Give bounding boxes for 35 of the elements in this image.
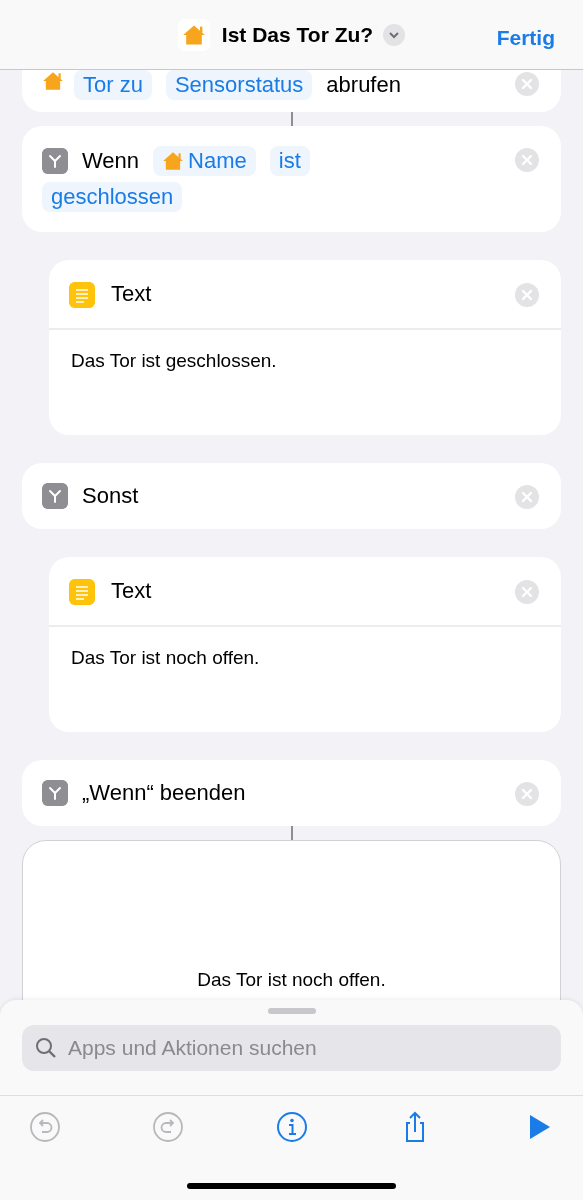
parameter-token[interactable]: Sensorstatus <box>165 70 313 100</box>
parameter-token[interactable]: ist <box>269 146 310 176</box>
result-text: Das Tor ist noch offen. <box>197 969 386 991</box>
branch-icon <box>42 148 68 174</box>
info-button[interactable] <box>274 1110 309 1144</box>
search-field[interactable]: Apps und Aktionen suchen <box>66 1035 549 1061</box>
close-icon[interactable] <box>515 72 539 96</box>
action-label: „Wenn“ beenden <box>82 780 246 806</box>
shortcut-title[interactable]: Ist Das Tor Zu? <box>221 22 374 47</box>
close-icon[interactable] <box>515 283 539 307</box>
close-icon[interactable] <box>515 485 539 509</box>
action-label: Sonst <box>82 483 139 509</box>
close-icon[interactable] <box>515 580 539 604</box>
search-icon <box>34 1036 58 1060</box>
text-content[interactable]: Das Tor ist noch offen. <box>71 647 260 668</box>
action-label: Wenn <box>82 148 140 174</box>
action-label: abrufen <box>326 72 401 98</box>
close-icon[interactable] <box>515 148 539 172</box>
action-title: Text <box>111 578 153 604</box>
action-title: Text <box>111 281 153 307</box>
branch-icon <box>42 780 68 806</box>
grabber-handle[interactable] <box>267 1008 316 1014</box>
text-content[interactable]: Das Tor ist geschlossen. <box>71 350 277 371</box>
branch-icon <box>42 483 68 509</box>
house-icon <box>42 70 64 92</box>
text-icon <box>69 282 95 308</box>
parameter-token[interactable]: geschlossen <box>42 182 183 212</box>
parameter-token[interactable]: Tor zu <box>74 70 152 100</box>
close-icon[interactable] <box>515 782 539 806</box>
chevron-icon[interactable] <box>383 23 406 46</box>
search-bar[interactable]: Apps und Aktionen suchen <box>22 1025 561 1071</box>
house-icon <box>162 150 185 172</box>
done-button[interactable]: Fertig <box>496 26 555 50</box>
parameter-token[interactable]: Name <box>153 146 256 176</box>
text-icon <box>69 579 95 605</box>
